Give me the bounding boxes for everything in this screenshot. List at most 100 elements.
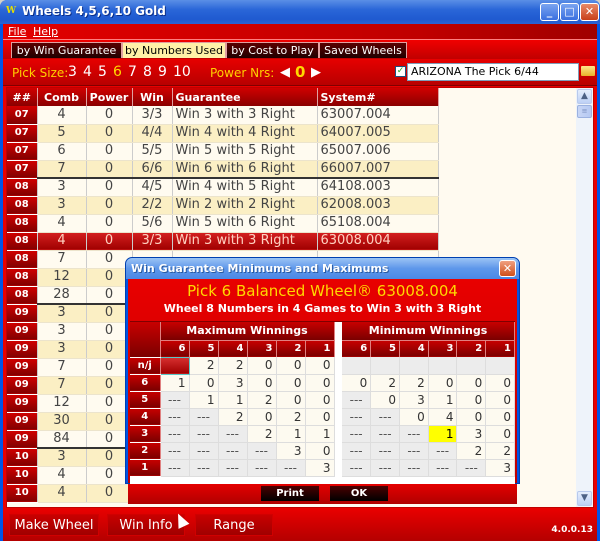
cell-power: 0 — [86, 178, 133, 197]
pick-size-4[interactable]: 4 — [83, 64, 92, 80]
table-row[interactable]: 08 3 0 4/5 Win 4 with 5 Right 64108.003 — [7, 178, 439, 197]
cell-comb: 3 — [37, 448, 87, 467]
tab-win-guarantee[interactable]: by Win Guarantee — [11, 42, 122, 58]
power-numbers-label: Power Nrs: — [210, 66, 275, 80]
col-header-guarantee[interactable]: Guarantee — [172, 88, 318, 106]
row-header[interactable]: 09 — [7, 322, 38, 341]
print-button[interactable]: Print — [261, 486, 319, 501]
cell-comb: 12 — [37, 394, 87, 413]
row-header[interactable]: 09 — [7, 304, 38, 323]
cell-win: 5/5 — [132, 142, 173, 161]
pick-size-8[interactable]: 8 — [143, 64, 152, 80]
ok-button[interactable]: OK — [330, 486, 388, 501]
min-row: --- --- 0 4 0 0 — [342, 408, 515, 426]
row-header[interactable]: 08 — [7, 178, 38, 197]
title-bar[interactable]: W Wheels 4,5,6,10 Gold _ □ ✕ — [0, 0, 600, 24]
pick-size-5[interactable]: 5 — [98, 64, 107, 80]
range-button[interactable]: Range — [195, 514, 273, 536]
tab-numbers-used[interactable]: by Numbers Used — [122, 42, 226, 58]
row-header[interactable]: 07 — [7, 124, 38, 143]
scroll-up-icon[interactable]: ▲ — [577, 89, 592, 104]
row-header[interactable]: 09 — [7, 394, 38, 413]
vertical-scrollbar[interactable]: ▲ ≡ ▼ — [576, 88, 593, 507]
close-button[interactable]: ✕ — [580, 3, 599, 21]
dialog-close-icon[interactable]: ✕ — [499, 260, 516, 277]
col-header-comb[interactable]: Comb — [37, 88, 87, 106]
max-cell: --- — [160, 459, 190, 477]
row-header[interactable]: 10 — [7, 466, 38, 485]
max-col-header: 3 — [247, 340, 277, 357]
col-header-win[interactable]: Win — [132, 88, 173, 106]
table-row[interactable]: 08 4 0 3/3 Win 3 with 3 Right 63008.004 — [7, 232, 439, 251]
row-header[interactable]: 09 — [7, 358, 38, 377]
min-row: --- --- --- --- --- 3 — [342, 459, 515, 477]
row-header[interactable]: 10 — [7, 484, 38, 503]
pick-size-10[interactable]: 10 — [173, 64, 191, 80]
tab-cost-to-play[interactable]: by Cost to Play — [226, 42, 319, 58]
cell-guarantee: Win 4 with 4 Right — [172, 124, 318, 143]
scroll-down-icon[interactable]: ▼ — [577, 491, 592, 506]
power-decrease-icon[interactable]: ◀ — [280, 65, 290, 80]
cell-win: 5/6 — [132, 214, 173, 233]
lottery-checkbox[interactable]: ✓ — [395, 66, 406, 77]
row-header[interactable]: 09 — [7, 430, 38, 449]
col-header-nn[interactable]: ## — [7, 88, 38, 106]
row-header[interactable]: 07 — [7, 142, 38, 161]
menu-help[interactable]: Help — [33, 25, 58, 38]
dialog-title-bar[interactable]: Win Guarantee Minimums and Maximums ✕ — [126, 258, 519, 279]
min-cell — [342, 357, 372, 375]
maximize-button[interactable]: □ — [560, 3, 579, 21]
col-header-system[interactable]: System# — [317, 88, 439, 106]
dialog-title: Win Guarantee Minimums and Maximums — [131, 262, 389, 275]
row-header[interactable]: 08 — [7, 268, 38, 287]
table-row[interactable]: 07 5 0 4/4 Win 4 with 4 Right 64007.005 — [7, 124, 439, 143]
menu-file[interactable]: File — [8, 25, 26, 38]
min-cell — [399, 357, 429, 375]
min-cell: 0 — [456, 374, 487, 392]
row-header[interactable]: 09 — [7, 340, 38, 359]
cell-win: 4/4 — [132, 124, 173, 143]
row-header[interactable]: 08 — [7, 214, 38, 233]
cell-guarantee: Win 5 with 5 Right — [172, 142, 318, 161]
scroll-thumb[interactable]: ≡ — [577, 105, 592, 118]
table-row[interactable]: 08 4 0 5/6 Win 5 with 6 Right 65108.004 — [7, 214, 439, 233]
lottery-field[interactable]: ARIZONA The Pick 6/44 — [407, 63, 579, 81]
pick-size-9[interactable]: 9 — [158, 64, 167, 80]
cell-guarantee: Win 2 with 2 Right — [172, 196, 318, 215]
row-header[interactable]: 08 — [7, 286, 38, 305]
max-cell: 1 — [160, 374, 190, 392]
tab-saved-wheels[interactable]: Saved Wheels — [319, 42, 407, 58]
row-header[interactable]: 08 — [7, 250, 38, 269]
cell-comb: 6 — [37, 142, 87, 161]
max-cell: 0 — [189, 374, 219, 392]
folder-open-icon[interactable] — [581, 66, 595, 76]
table-row[interactable]: 07 6 0 5/5 Win 5 with 5 Right 65007.006 — [7, 142, 439, 161]
pick-size-7[interactable]: 7 — [128, 64, 137, 80]
minimize-button[interactable]: _ — [540, 3, 559, 21]
min-row: --- --- --- 1 3 0 — [342, 425, 515, 443]
min-cell: 3 — [456, 425, 487, 443]
max-cell: 0 — [305, 442, 335, 460]
row-header[interactable]: 09 — [7, 412, 38, 431]
table-row[interactable]: 08 3 0 2/2 Win 2 with 2 Right 62008.003 — [7, 196, 439, 215]
cell-comb: 3 — [37, 196, 87, 215]
row-header[interactable]: 08 — [7, 232, 38, 251]
row-header[interactable]: 07 — [7, 160, 38, 179]
pick-size-3[interactable]: 3 — [68, 64, 77, 80]
row-header[interactable]: 10 — [7, 448, 38, 467]
row-header[interactable]: 09 — [7, 376, 38, 395]
max-col-header: 2 — [276, 340, 306, 357]
row-header[interactable]: 07 — [7, 106, 38, 125]
col-header-power[interactable]: Power — [86, 88, 133, 106]
power-increase-icon[interactable]: ▶ — [311, 65, 321, 80]
pick-size-6[interactable]: 6 — [113, 64, 122, 80]
bottom-toolbar: Make Wheel Win Info Range 4.0.0.13 — [3, 509, 597, 541]
max-cell: 0 — [305, 374, 335, 392]
max-cell: 0 — [276, 374, 306, 392]
table-row[interactable]: 07 7 0 6/6 Win 6 with 6 Right 66007.007 — [7, 160, 439, 179]
min-cell: 0 — [428, 374, 458, 392]
corner-header — [130, 322, 161, 358]
row-header[interactable]: 08 — [7, 196, 38, 215]
table-row[interactable]: 07 4 0 3/3 Win 3 with 3 Right 63007.004 — [7, 106, 439, 125]
make-wheel-button[interactable]: Make Wheel — [9, 514, 99, 536]
